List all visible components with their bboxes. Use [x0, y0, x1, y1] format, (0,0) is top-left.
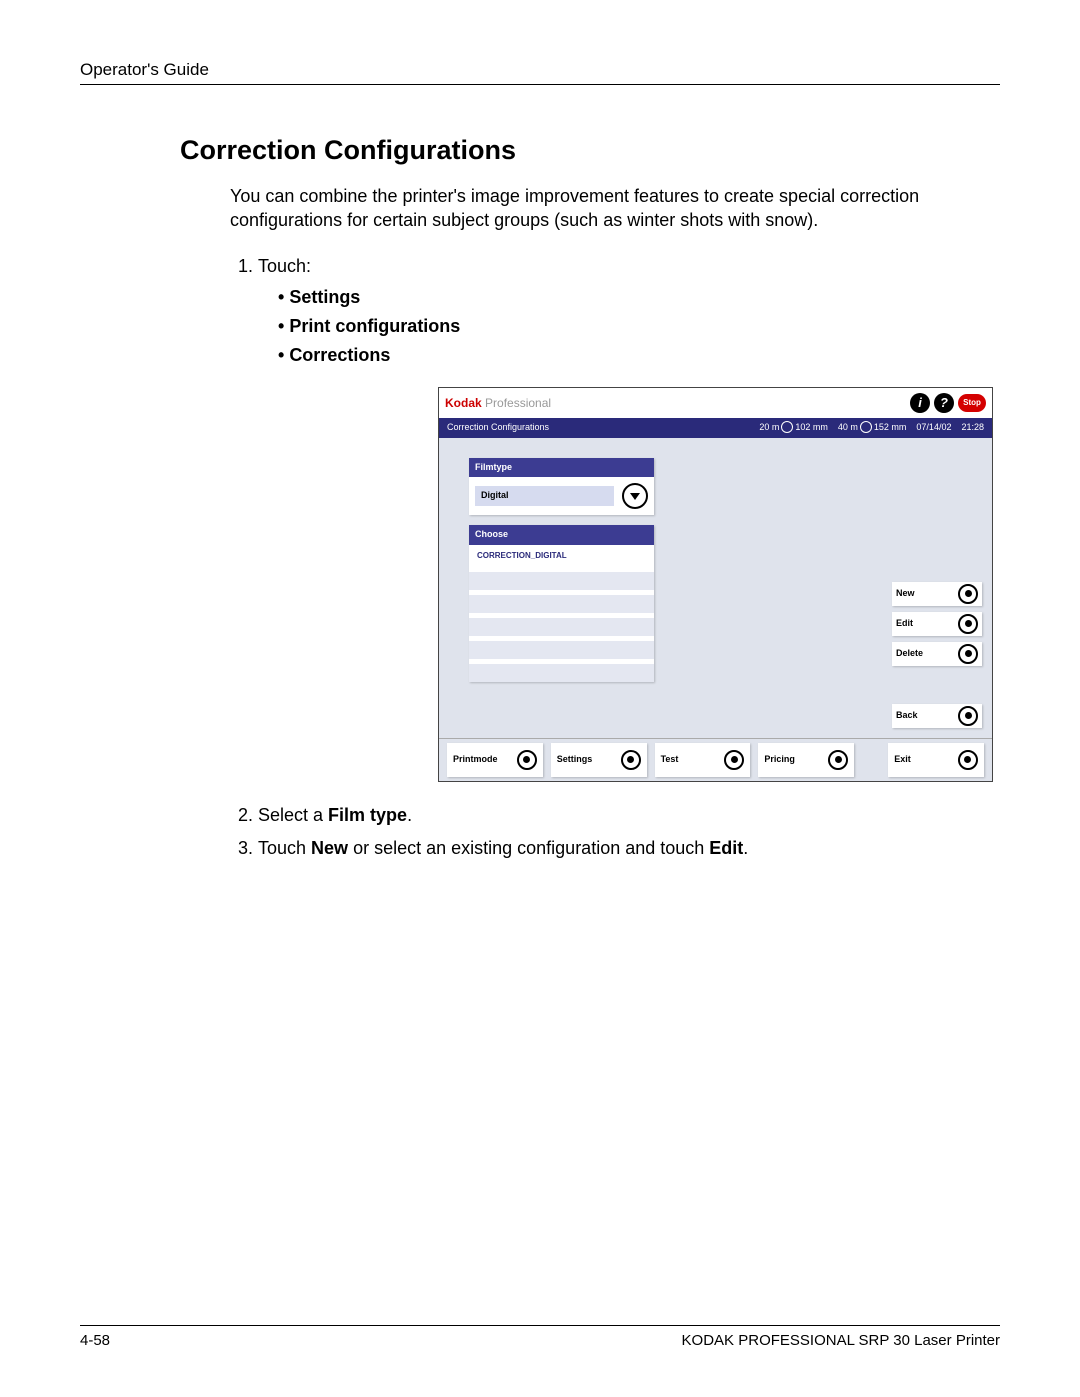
ui-bottom-bar: Printmode Settings Test Pricing Exit [439, 738, 992, 781]
roll-icon [781, 421, 793, 433]
button-icon [958, 750, 978, 770]
step-3-new: New [311, 838, 348, 858]
choose-item-correction-digital[interactable]: CORRECTION_DIGITAL [469, 545, 654, 567]
printmode-button[interactable]: Printmode [447, 743, 543, 777]
list-item[interactable] [469, 572, 654, 590]
stop-button[interactable]: Stop [958, 394, 986, 412]
pricing-button[interactable]: Pricing [758, 743, 854, 777]
printer-ui-screenshot: Kodak Professional i ? Stop Correction C… [438, 387, 993, 782]
brand-professional: Professional [482, 396, 551, 410]
bullet-corrections: Corrections [278, 342, 920, 369]
filmtype-value: Digital [475, 486, 614, 506]
delete-button[interactable]: Delete [892, 642, 982, 666]
ui-top-bar: Kodak Professional i ? Stop [439, 388, 992, 418]
edit-button-label: Edit [896, 617, 913, 631]
button-icon [828, 750, 848, 770]
printmode-label: Printmode [453, 753, 498, 767]
footer-product: KODAK PROFESSIONAL SRP 30 Laser Printer [682, 1332, 1000, 1349]
intro-paragraph: You can combine the printer's image impr… [230, 184, 920, 233]
step-3-a: Touch [258, 838, 311, 858]
page-number: 4-58 [80, 1332, 110, 1349]
list-item[interactable] [469, 595, 654, 613]
button-icon [958, 584, 978, 604]
status-time: 21:28 [961, 421, 984, 435]
step-3: Touch New or select an existing configur… [258, 835, 920, 862]
edit-button[interactable]: Edit [892, 612, 982, 636]
choose-panel: Choose CORRECTION_DIGITAL [469, 525, 654, 682]
filmtype-panel: Filmtype Digital [469, 458, 654, 516]
status-len-a: 20 m [759, 422, 779, 432]
step-3-e: . [743, 838, 748, 858]
ui-status: 20 m 102 mm 40 m 152 mm 07/14/02 21:28 [759, 421, 984, 435]
step-3-c: or select an existing configuration and … [348, 838, 709, 858]
settings-button[interactable]: Settings [551, 743, 647, 777]
button-icon [958, 614, 978, 634]
help-icon[interactable]: ? [934, 393, 954, 413]
page-footer: 4-58 KODAK PROFESSIONAL SRP 30 Laser Pri… [80, 1325, 1000, 1349]
back-button[interactable]: Back [892, 704, 982, 728]
choose-header: Choose [469, 525, 654, 545]
bullet-print-config: Print configurations [278, 313, 920, 340]
pricing-label: Pricing [764, 753, 795, 767]
page-header: Operator's Guide [80, 60, 1000, 85]
button-icon [517, 750, 537, 770]
status-mm-b: 152 mm [874, 422, 907, 432]
step-1-lead: Touch: [258, 256, 311, 276]
roll-icon [860, 421, 872, 433]
step-2-post: . [407, 805, 412, 825]
list-item[interactable] [469, 664, 654, 682]
status-len-b: 40 m [838, 422, 858, 432]
list-item[interactable] [469, 618, 654, 636]
ui-title: Correction Configurations [447, 421, 549, 435]
button-icon [958, 706, 978, 726]
list-item[interactable] [469, 641, 654, 659]
delete-button-label: Delete [896, 647, 923, 661]
info-icon[interactable]: i [910, 393, 930, 413]
status-date: 07/14/02 [916, 421, 951, 435]
step-1: Touch: Settings Print configurations Cor… [258, 253, 920, 782]
ui-title-bar: Correction Configurations 20 m 102 mm 40 … [439, 418, 992, 438]
filmtype-header: Filmtype [469, 458, 654, 478]
back-button-label: Back [896, 709, 918, 723]
bullet-settings: Settings [278, 284, 920, 311]
test-button[interactable]: Test [655, 743, 751, 777]
brand-logo: Kodak Professional [445, 394, 551, 412]
section-title: Correction Configurations [180, 135, 1000, 166]
settings-label: Settings [557, 753, 593, 767]
step-2-text: Select a [258, 805, 328, 825]
status-mm-a: 102 mm [795, 422, 828, 432]
filmtype-dropdown[interactable] [622, 483, 648, 509]
new-button-label: New [896, 587, 915, 601]
step-3-edit: Edit [709, 838, 743, 858]
new-button[interactable]: New [892, 582, 982, 606]
exit-label: Exit [894, 753, 911, 767]
button-icon [958, 644, 978, 664]
brand-kodak: Kodak [445, 396, 482, 410]
button-icon [724, 750, 744, 770]
exit-button[interactable]: Exit [888, 743, 984, 777]
button-icon [621, 750, 641, 770]
step-2: Select a Film type. [258, 802, 920, 829]
step-2-bold: Film type [328, 805, 407, 825]
test-label: Test [661, 753, 679, 767]
